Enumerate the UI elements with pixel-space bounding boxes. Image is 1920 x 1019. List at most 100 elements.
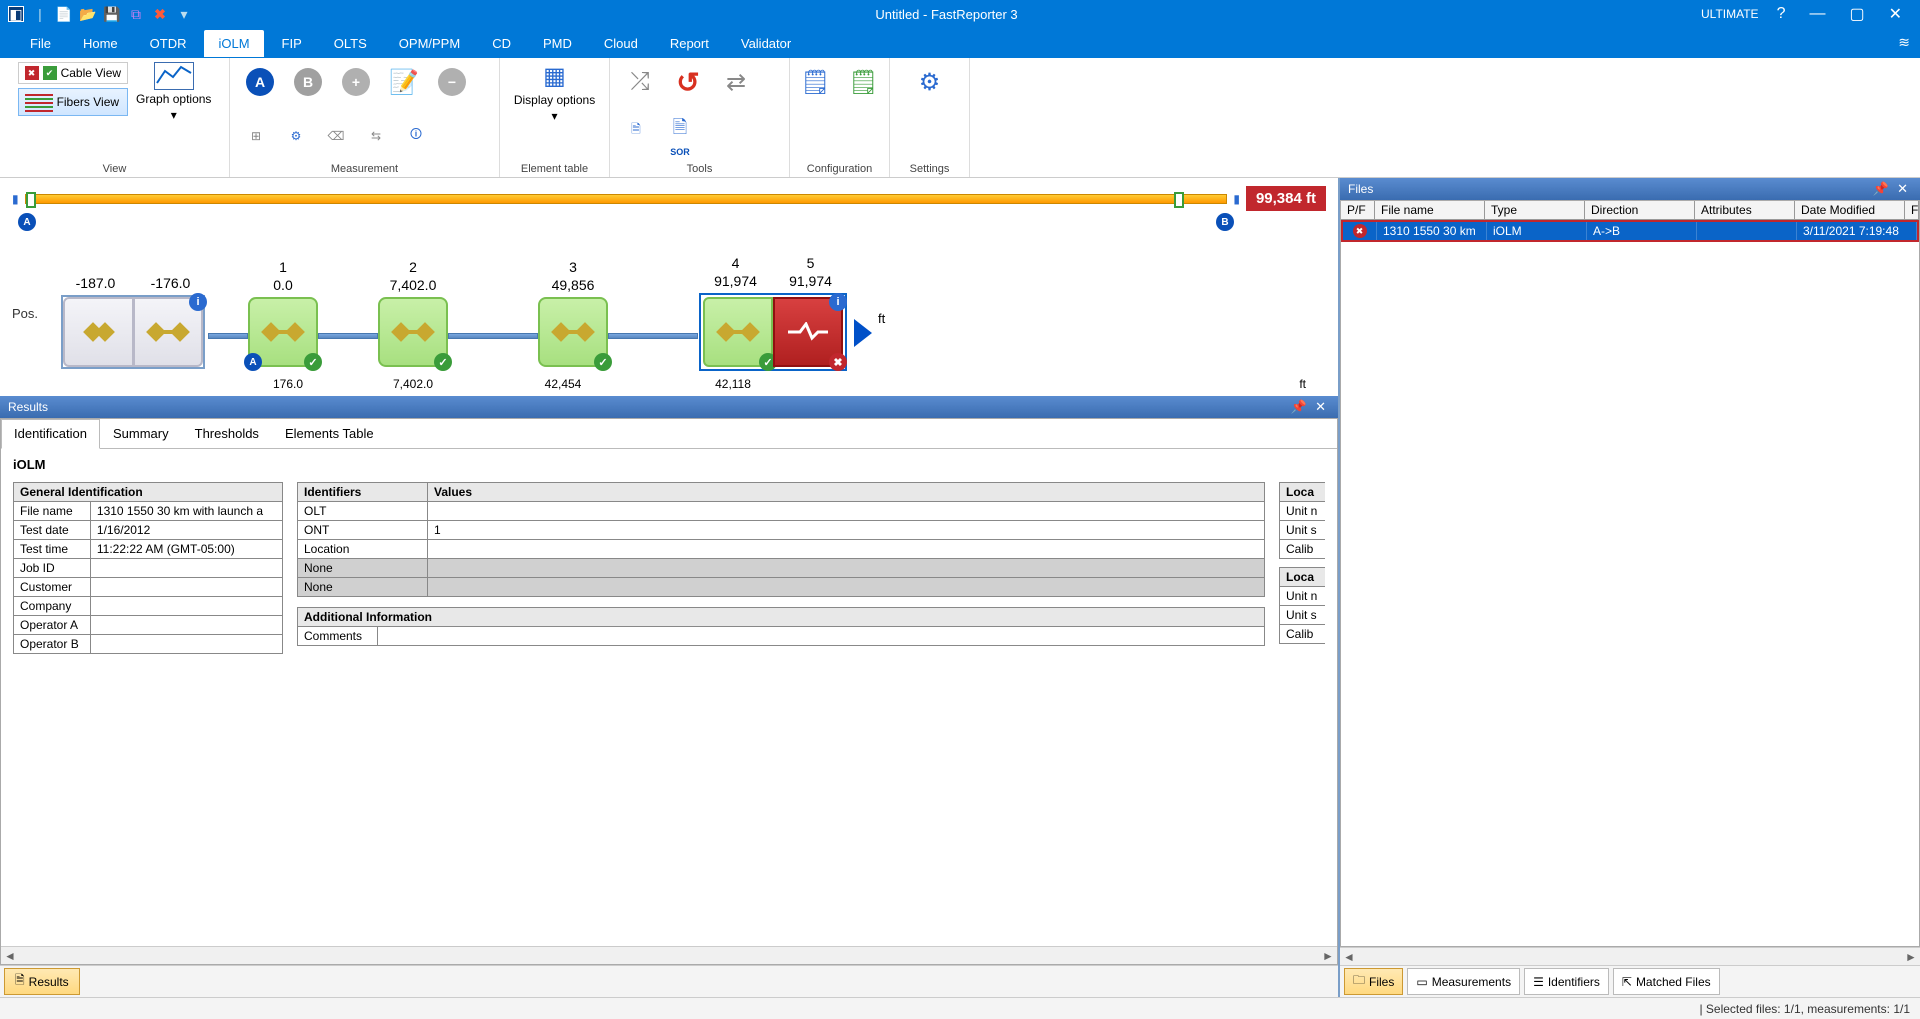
pos-row-label: Pos.: [12, 306, 58, 321]
scroll-left-icon[interactable]: ◄: [1340, 950, 1358, 964]
measurement-swap-icon[interactable]: ⇆: [360, 120, 392, 152]
config-add-sheet-icon[interactable]: 🗒: [844, 62, 884, 102]
tab-summary[interactable]: Summary: [100, 419, 182, 448]
pin-icon[interactable]: 📌: [1869, 181, 1893, 197]
results-panel-title: Results: [8, 400, 48, 414]
measurement-delete-icon[interactable]: ⌫: [320, 120, 352, 152]
tab-report[interactable]: Report: [656, 30, 723, 57]
col-direction[interactable]: Direction: [1585, 201, 1695, 219]
link-ruler[interactable]: [25, 194, 1228, 204]
display-options-button[interactable]: ▦ Display options ▾: [514, 62, 595, 123]
launch-element-1[interactable]: [63, 297, 133, 367]
bottom-tab-results[interactable]: 🗎 Results: [4, 968, 80, 995]
link-element-5[interactable]: i ✖: [773, 297, 843, 367]
tab-identification[interactable]: Identification: [1, 419, 100, 449]
fibers-icon: [25, 92, 53, 112]
measurement-info-icon[interactable]: 🛈: [400, 120, 432, 152]
config-sheet-icon[interactable]: 🗒: [796, 62, 836, 102]
tab-opmppm[interactable]: OPM/PPM: [385, 30, 474, 57]
col-datemod[interactable]: Date Modified: [1795, 201, 1905, 219]
license-label: ULTIMATE: [1701, 7, 1759, 21]
tab-elements-table[interactable]: Elements Table: [272, 419, 387, 448]
close-button[interactable]: ✕: [1883, 4, 1908, 24]
graph-options-button[interactable]: Graph options ▾: [136, 62, 211, 122]
tab-file[interactable]: File: [16, 30, 65, 57]
tab-validator[interactable]: Validator: [727, 30, 805, 57]
link-element-3[interactable]: ✓: [538, 297, 608, 367]
tools-reset-icon[interactable]: ↺: [668, 62, 708, 102]
tab-otdr[interactable]: OTDR: [136, 30, 201, 57]
scroll-right-icon[interactable]: ►: [1319, 949, 1337, 963]
segment-length: 176.0: [228, 377, 348, 392]
maximize-button[interactable]: ▢: [1843, 4, 1870, 24]
cable-view-button[interactable]: ✖ ✔ Cable View: [18, 62, 128, 84]
tools-sor-button[interactable]: 🗎 SOR: [660, 115, 700, 157]
bottom-tab-identifiers[interactable]: ☰Identifiers: [1524, 968, 1609, 995]
tab-cloud[interactable]: Cloud: [590, 30, 652, 57]
files-grid-row[interactable]: ✖ 1310 1550 30 km iOLM A->B 3/11/2021 7:…: [1341, 220, 1919, 242]
bottom-tab-measurements[interactable]: ▭Measurements: [1407, 968, 1520, 995]
marker-a-button[interactable]: A: [240, 62, 280, 102]
link-element-4[interactable]: ✓: [703, 297, 773, 367]
files-grid-header: P/F File name Type Direction Attributes …: [1341, 201, 1919, 220]
table-row: Test time11:22:22 AM (GMT-05:00): [14, 540, 283, 559]
table-header: Loca: [1280, 483, 1326, 502]
fiber-segment: [208, 333, 248, 339]
ruler-handle-b[interactable]: [1174, 192, 1184, 208]
saveall-icon[interactable]: ⧉: [128, 6, 144, 22]
fibers-view-button[interactable]: Fibers View: [18, 88, 128, 116]
link-element-2[interactable]: ✓: [378, 297, 448, 367]
remove-element-button[interactable]: −: [432, 62, 472, 102]
tab-pmd[interactable]: PMD: [529, 30, 586, 57]
tab-iolm[interactable]: iOLM: [204, 30, 263, 57]
qa-dropdown-icon[interactable]: ▾: [176, 6, 192, 22]
col-type[interactable]: Type: [1485, 201, 1585, 219]
minimize-button[interactable]: —: [1803, 5, 1831, 23]
add-element-button[interactable]: +: [336, 62, 376, 102]
bottom-tab-files[interactable]: 🗀Files: [1344, 968, 1403, 995]
table-row: Operator A: [14, 616, 283, 635]
launch-element-2[interactable]: i: [133, 297, 203, 367]
ruler-handle-a[interactable]: [26, 192, 36, 208]
splice-icon: [268, 330, 298, 334]
results-h-scrollbar[interactable]: ◄ ►: [1, 946, 1337, 964]
pin-icon[interactable]: 📌: [1287, 399, 1311, 415]
ruler-start-icon[interactable]: ▮: [12, 192, 19, 206]
panel-close-icon[interactable]: ✕: [1893, 181, 1912, 197]
panel-close-icon[interactable]: ✕: [1311, 399, 1330, 415]
ribbon-collapse-icon[interactable]: ≋: [1898, 34, 1910, 51]
table-row: Test date1/16/2012: [14, 521, 283, 540]
scroll-right-arrow[interactable]: [854, 319, 872, 347]
settings-sliders-icon[interactable]: ⚙: [910, 62, 950, 102]
close-file-icon[interactable]: ✖: [152, 6, 168, 22]
tab-fip[interactable]: FIP: [268, 30, 316, 57]
tools-page-icon[interactable]: 🗎: [620, 115, 652, 147]
chevron-down-icon: ▾: [171, 108, 177, 122]
help-button[interactable]: ?: [1771, 5, 1792, 23]
tools-swap2-icon[interactable]: ⇄: [716, 62, 756, 102]
open-icon[interactable]: 📂: [80, 6, 96, 22]
edit-element-button[interactable]: 📝: [384, 62, 424, 102]
measurement-grid-icon[interactable]: ⊞: [240, 120, 272, 152]
marker-b-button[interactable]: B: [288, 62, 328, 102]
col-filename[interactable]: File name: [1375, 201, 1485, 219]
col-attributes[interactable]: Attributes: [1695, 201, 1795, 219]
identifiers-table: IdentifiersValues OLT ONT1 Location None…: [297, 482, 1265, 597]
tab-home[interactable]: Home: [69, 30, 132, 57]
bottom-tab-matched[interactable]: ⇱Matched Files: [1613, 968, 1720, 995]
tab-cd[interactable]: CD: [478, 30, 525, 57]
scroll-left-icon[interactable]: ◄: [1, 949, 19, 963]
tab-olts[interactable]: OLTS: [320, 30, 381, 57]
new-icon[interactable]: 📄: [56, 6, 72, 22]
scroll-right-icon[interactable]: ►: [1902, 950, 1920, 964]
measurement-gear-icon[interactable]: ⚙: [280, 120, 312, 152]
link-element-1[interactable]: A ✓: [248, 297, 318, 367]
save-icon[interactable]: 💾: [104, 6, 120, 22]
col-extra[interactable]: F: [1905, 201, 1919, 219]
left-bottom-tabs: 🗎 Results: [0, 965, 1338, 997]
col-pf[interactable]: P/F: [1341, 201, 1375, 219]
tab-thresholds[interactable]: Thresholds: [182, 419, 272, 448]
ruler-end-icon[interactable]: ▮: [1233, 192, 1240, 206]
tools-swap1-icon[interactable]: ⤮: [620, 62, 660, 102]
files-h-scrollbar[interactable]: ◄ ►: [1340, 947, 1920, 965]
